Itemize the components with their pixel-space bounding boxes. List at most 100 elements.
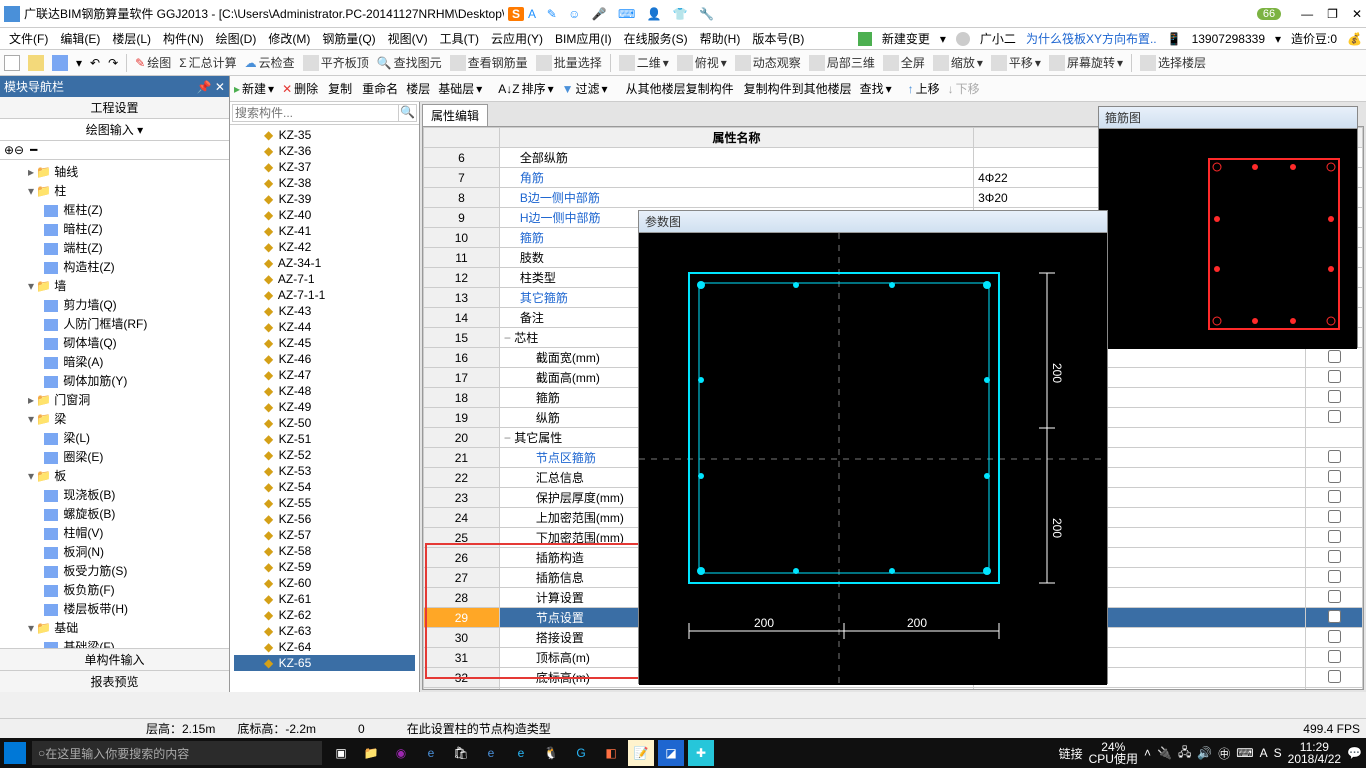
- menu-bim[interactable]: BIM应用(I): [550, 30, 617, 47]
- local-3d-button[interactable]: 局部三维: [809, 54, 875, 71]
- component-list-item[interactable]: ◆ KZ-48: [234, 383, 415, 399]
- tray-notification-icon[interactable]: 💬: [1347, 746, 1362, 760]
- tree-item[interactable]: ▾📁 板: [4, 466, 225, 485]
- user-name[interactable]: 广小二: [980, 30, 1016, 47]
- dropdown-icon[interactable]: ▾: [940, 32, 946, 46]
- tree-item[interactable]: 框柱(Z): [4, 200, 225, 219]
- component-list-item[interactable]: ◆ KZ-57: [234, 527, 415, 543]
- coin-icon[interactable]: 💰: [1347, 32, 1362, 46]
- menu-online[interactable]: 在线服务(S): [619, 30, 693, 47]
- minimize-button[interactable]: —: [1301, 7, 1313, 21]
- tree-item[interactable]: 螺旋板(B): [4, 504, 225, 523]
- save-icon[interactable]: [52, 55, 68, 71]
- tab-draw-input[interactable]: 绘图输入 ▾: [0, 119, 229, 141]
- find-elem-button[interactable]: 🔍查找图元: [377, 54, 442, 71]
- store-icon[interactable]: 🛍: [448, 740, 474, 766]
- tree-item[interactable]: 剪力墙(Q): [4, 295, 225, 314]
- expand-icon[interactable]: ⊕⊖: [4, 143, 24, 157]
- component-list-item[interactable]: ◆ KZ-55: [234, 495, 415, 511]
- orbit-button[interactable]: 动态观察: [735, 54, 801, 71]
- component-list-item[interactable]: ◆ KZ-39: [234, 191, 415, 207]
- taskbar-search[interactable]: ○ 在这里输入你要搜索的内容: [32, 741, 322, 765]
- tree-item[interactable]: 端柱(Z): [4, 238, 225, 257]
- tab-project-settings[interactable]: 工程设置: [0, 97, 229, 119]
- component-list-item[interactable]: ◆ AZ-7-1: [234, 271, 415, 287]
- tree-item[interactable]: 砌体加筋(Y): [4, 371, 225, 390]
- sort-button[interactable]: A↓Z排序▾: [498, 80, 553, 97]
- tray-volume-icon[interactable]: 🔊: [1197, 746, 1212, 760]
- menu-version[interactable]: 版本号(B): [747, 30, 809, 47]
- browser-icon[interactable]: G: [568, 740, 594, 766]
- tray-a-icon[interactable]: A: [1260, 746, 1268, 760]
- menu-member[interactable]: 构件(N): [158, 30, 209, 47]
- menu-floor[interactable]: 楼层(L): [107, 30, 156, 47]
- explorer-icon[interactable]: 📁: [358, 740, 384, 766]
- tree-item[interactable]: ▾📁 柱: [4, 181, 225, 200]
- tree-item[interactable]: ▾📁 基础: [4, 618, 225, 637]
- component-list-item[interactable]: ◆ KZ-47: [234, 367, 415, 383]
- component-list-item[interactable]: ◆ KZ-63: [234, 623, 415, 639]
- menu-modify[interactable]: 修改(M): [263, 30, 315, 47]
- tree-item[interactable]: 圈梁(E): [4, 447, 225, 466]
- tree-item[interactable]: 构造柱(Z): [4, 257, 225, 276]
- menu-rebar[interactable]: 钢筋量(Q): [317, 30, 380, 47]
- move-down-button[interactable]: ↓下移: [948, 80, 980, 97]
- copy-button[interactable]: 复制: [326, 80, 352, 97]
- app-icon-2[interactable]: ◧: [598, 740, 624, 766]
- menu-file[interactable]: 文件(F): [4, 30, 53, 47]
- component-list-item[interactable]: ◆ KZ-60: [234, 575, 415, 591]
- pan-button[interactable]: 平移▾: [991, 54, 1041, 71]
- qq-icon[interactable]: 🐧: [538, 740, 564, 766]
- filter-button[interactable]: ▼过滤▾: [562, 80, 608, 97]
- sum-button[interactable]: Σ汇总计算: [179, 54, 236, 71]
- menu-cloud[interactable]: 云应用(Y): [486, 30, 548, 47]
- tray-power-icon[interactable]: 🔌: [1157, 746, 1172, 760]
- batch-select-button[interactable]: 批量选择: [536, 54, 602, 71]
- component-list-item[interactable]: ◆ KZ-58: [234, 543, 415, 559]
- top-view-button[interactable]: 俯视▾: [677, 54, 727, 71]
- floor-dropdown[interactable]: 楼层: [406, 80, 430, 97]
- pin-icon[interactable]: 📌 ✕: [197, 80, 225, 94]
- tree-item[interactable]: 楼层板带(H): [4, 599, 225, 618]
- new-button[interactable]: ▸新建▾: [234, 80, 274, 97]
- new-icon[interactable]: [4, 55, 20, 71]
- component-list-item[interactable]: ◆ KZ-59: [234, 559, 415, 575]
- tree-item[interactable]: 板洞(N): [4, 542, 225, 561]
- rename-button[interactable]: 重命名: [360, 80, 398, 97]
- edge-icon-1[interactable]: e: [418, 740, 444, 766]
- copy-to-floor-button[interactable]: 复制构件到其他楼层: [742, 80, 852, 97]
- search-button[interactable]: 🔍: [399, 104, 417, 122]
- menu-draw[interactable]: 绘图(D): [211, 30, 262, 47]
- component-list-item[interactable]: ◆ KZ-62: [234, 607, 415, 623]
- tab-single-input[interactable]: 单构件输入: [0, 648, 229, 670]
- tree-item[interactable]: ▾📁 墙: [4, 276, 225, 295]
- menu-edit[interactable]: 编辑(E): [55, 30, 105, 47]
- tree-item[interactable]: 暗梁(A): [4, 352, 225, 371]
- component-list-item[interactable]: ◆ KZ-46: [234, 351, 415, 367]
- tree-item[interactable]: 现浇板(B): [4, 485, 225, 504]
- menu-tool[interactable]: 工具(T): [435, 30, 484, 47]
- newchange-button[interactable]: 新建变更: [882, 30, 930, 47]
- tab-property-edit[interactable]: 属性编辑: [422, 104, 488, 126]
- tree-item[interactable]: 人防门框墙(RF): [4, 314, 225, 333]
- component-list-item[interactable]: ◆ KZ-53: [234, 463, 415, 479]
- 2d-dropdown[interactable]: 二维▾: [619, 54, 669, 71]
- delete-button[interactable]: ✕删除: [282, 80, 318, 97]
- component-list-item[interactable]: ◆ KZ-37: [234, 159, 415, 175]
- app-icon-3[interactable]: 📝: [628, 740, 654, 766]
- tree-item[interactable]: 柱帽(V): [4, 523, 225, 542]
- tree-item[interactable]: 梁(L): [4, 428, 225, 447]
- component-list-item[interactable]: ◆ KZ-41: [234, 223, 415, 239]
- open-icon[interactable]: [28, 55, 44, 71]
- component-list-item[interactable]: ◆ KZ-38: [234, 175, 415, 191]
- undo-icon[interactable]: ↶: [90, 56, 100, 70]
- phone-number[interactable]: 13907298339: [1192, 32, 1265, 46]
- component-list-item[interactable]: ◆ KZ-49: [234, 399, 415, 415]
- app-icon-5[interactable]: ✚: [688, 740, 714, 766]
- tray-s-icon[interactable]: S: [1274, 746, 1282, 760]
- component-list-item[interactable]: ◆ KZ-51: [234, 431, 415, 447]
- component-list-item[interactable]: ◆ KZ-52: [234, 447, 415, 463]
- find-button[interactable]: 查找▾: [860, 80, 892, 97]
- tree-item[interactable]: 板负筋(F): [4, 580, 225, 599]
- zoom-button[interactable]: 缩放▾: [933, 54, 983, 71]
